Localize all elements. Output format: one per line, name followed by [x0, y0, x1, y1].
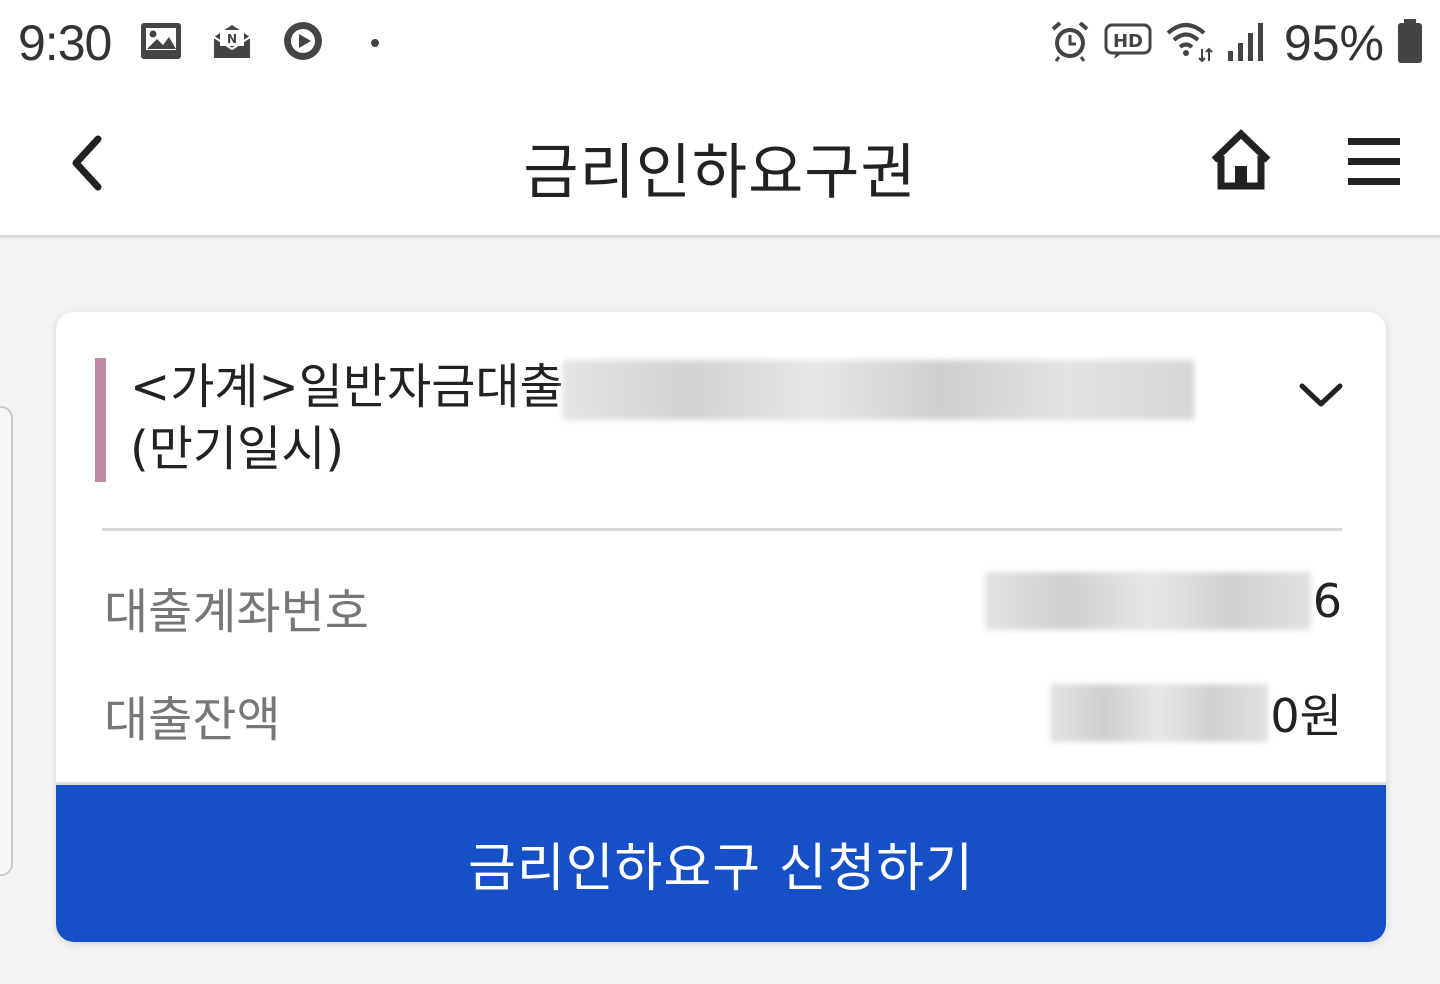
status-bar: 9:30 N HD 95%	[0, 0, 1440, 88]
masked-loan-balance	[1050, 684, 1269, 742]
account-number-label: 대출계좌번호	[104, 584, 369, 640]
status-time: 9:30	[18, 15, 112, 71]
loan-card: <가계>일반자금대출 (만기일시) 대출계좌번호 6 대출잔액 0원 금리인하요…	[56, 312, 1386, 942]
account-number-value: 6	[984, 572, 1342, 630]
mail-icon: N	[211, 21, 253, 65]
masked-loan-name	[562, 360, 1194, 420]
app-header: 금리인하요구권	[0, 88, 1440, 238]
loan-title-line1: <가계>일반자금대출	[130, 359, 564, 415]
play-icon	[281, 19, 325, 67]
loan-balance-visible: 0원	[1270, 689, 1342, 743]
loan-card-header[interactable]: <가계>일반자금대출 (만기일시)	[56, 312, 1386, 532]
svg-text:N: N	[227, 32, 237, 46]
accent-bar	[95, 358, 106, 482]
account-number-row: 대출계좌번호 6	[102, 572, 1342, 640]
loan-title: <가계>일반자금대출 (만기일시)	[130, 356, 564, 480]
loan-title-line2: (만기일시)	[130, 421, 345, 477]
gallery-icon	[139, 21, 183, 65]
signal-icon	[1226, 19, 1266, 67]
divider	[102, 528, 1342, 531]
hamburger-menu-icon	[1348, 138, 1400, 185]
battery-percent: 95%	[1283, 15, 1384, 71]
battery-icon	[1396, 18, 1424, 68]
menu-button[interactable]	[1344, 134, 1404, 190]
svg-text:HD: HD	[1113, 31, 1143, 52]
status-left: 9:30 N	[18, 14, 380, 72]
loan-balance-label: 대출잔액	[104, 692, 281, 748]
home-button[interactable]	[1206, 126, 1276, 196]
status-right: HD 95%	[1036, 14, 1424, 72]
apply-rate-cut-button[interactable]: 금리인하요구 신청하기	[56, 782, 1386, 942]
notification-dot	[371, 39, 380, 47]
chevron-down-icon	[1299, 383, 1343, 407]
edge-panel-handle[interactable]	[0, 406, 13, 876]
masked-account-number	[984, 572, 1311, 630]
account-number-visible: 6	[1312, 574, 1342, 628]
wifi-icon	[1164, 19, 1214, 67]
hd-icon: HD	[1104, 21, 1152, 65]
home-icon	[1211, 129, 1271, 190]
loan-balance-value: 0원	[1050, 680, 1342, 746]
alarm-icon	[1048, 19, 1092, 67]
loan-balance-row: 대출잔액 0원	[102, 680, 1342, 748]
